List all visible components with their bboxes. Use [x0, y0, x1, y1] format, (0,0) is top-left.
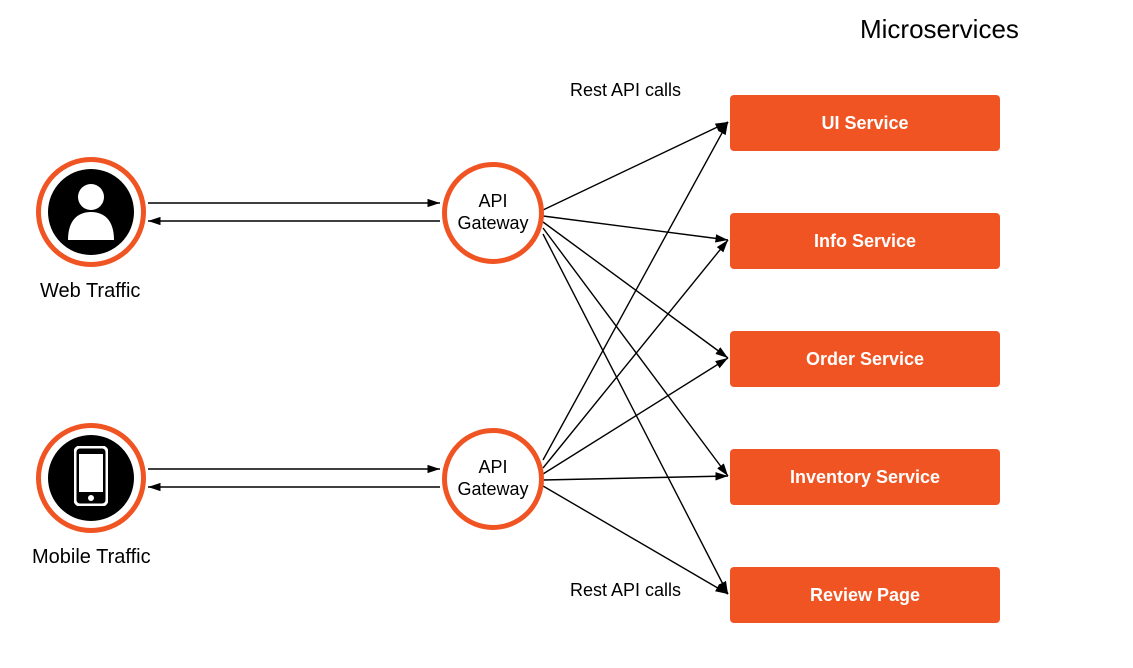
rest-label-bottom: Rest API calls	[570, 580, 681, 601]
mobile-client-label: Mobile Traffic	[32, 546, 151, 569]
service-review-label: Review Page	[810, 585, 920, 606]
service-info: Info Service	[730, 213, 1000, 269]
service-order: Order Service	[730, 331, 1000, 387]
service-inventory-label: Inventory Service	[790, 467, 940, 488]
api-gateway-top-label: API Gateway	[457, 191, 528, 234]
web-client-label: Web Traffic	[40, 280, 140, 303]
diagram-title: Microservices	[860, 14, 1019, 45]
service-review: Review Page	[730, 567, 1000, 623]
api-gateway-bottom-label: API Gateway	[457, 457, 528, 500]
api-gateway-bottom: API Gateway	[442, 428, 544, 530]
service-order-label: Order Service	[806, 349, 924, 370]
service-info-label: Info Service	[814, 231, 916, 252]
service-ui-label: UI Service	[821, 113, 908, 134]
mobile-client-node	[36, 423, 146, 533]
user-icon	[66, 182, 116, 240]
service-ui: UI Service	[730, 95, 1000, 151]
web-client-node	[36, 157, 146, 267]
phone-icon	[74, 446, 108, 506]
api-gateway-top: API Gateway	[442, 162, 544, 264]
rest-label-top: Rest API calls	[570, 80, 681, 101]
service-inventory: Inventory Service	[730, 449, 1000, 505]
